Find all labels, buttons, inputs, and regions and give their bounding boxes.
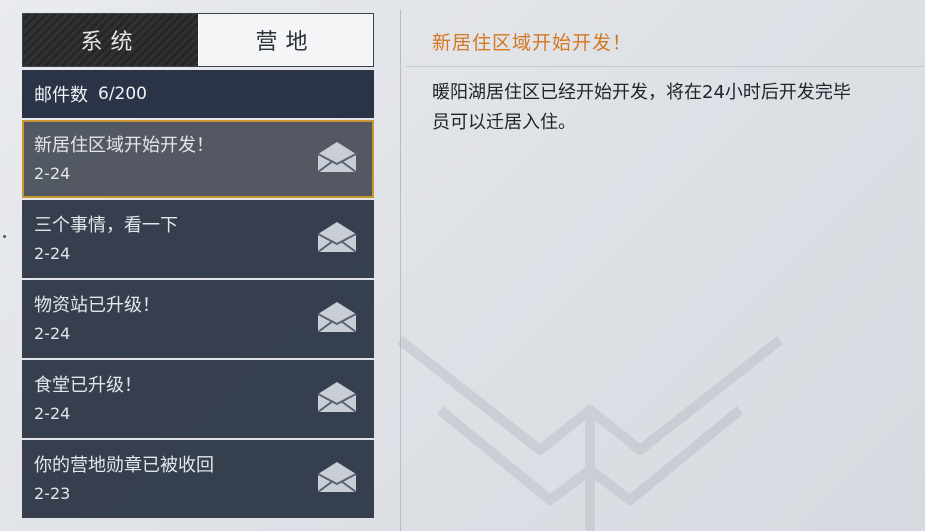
mail-detail-title: 新居住区域开始开发！ <box>432 32 633 54</box>
tab-system[interactable]: 系统 <box>23 14 198 66</box>
mail-item[interactable]: 食堂已升级！ 2-24 <box>22 360 374 438</box>
mail-body-line: 暖阳湖居住区已经开始开发，将在24小时后开发完毕 <box>432 82 851 103</box>
envelope-icon <box>317 302 357 333</box>
mail-item[interactable]: 物资站已升级！ 2-24 <box>22 280 374 358</box>
mail-count-value: 6/200 <box>98 84 147 104</box>
mail-item[interactable]: 新居住区域开始开发！ 2-24 <box>22 120 374 198</box>
mail-list: 新居住区域开始开发！ 2-24 三个事情，看一下 2-24 物资站已升级！ 2-… <box>22 120 374 520</box>
mail-body-line: 员可以迁居入住。 <box>432 112 576 133</box>
mail-item[interactable]: 三个事情，看一下 2-24 <box>22 200 374 278</box>
tab-bar: 系统 营地 <box>22 13 374 67</box>
envelope-icon <box>317 462 357 493</box>
envelope-icon <box>317 142 357 173</box>
edge-marker <box>3 235 6 238</box>
mail-item[interactable]: 你的营地勋章已被收回 2-23 <box>22 440 374 518</box>
panel-divider <box>400 10 401 531</box>
mail-detail-body: 暖阳湖居住区已经开始开发，将在24小时后开发完毕 员可以迁居入住。 <box>432 78 925 138</box>
envelope-icon <box>317 382 357 413</box>
emblem-watermark-icon <box>396 336 784 531</box>
mail-count-label: 邮件数 <box>34 85 88 106</box>
title-underline <box>406 66 925 67</box>
envelope-icon <box>317 222 357 253</box>
tab-camp[interactable]: 营地 <box>198 14 373 66</box>
mail-count-header: 邮件数 6/200 <box>22 70 374 118</box>
